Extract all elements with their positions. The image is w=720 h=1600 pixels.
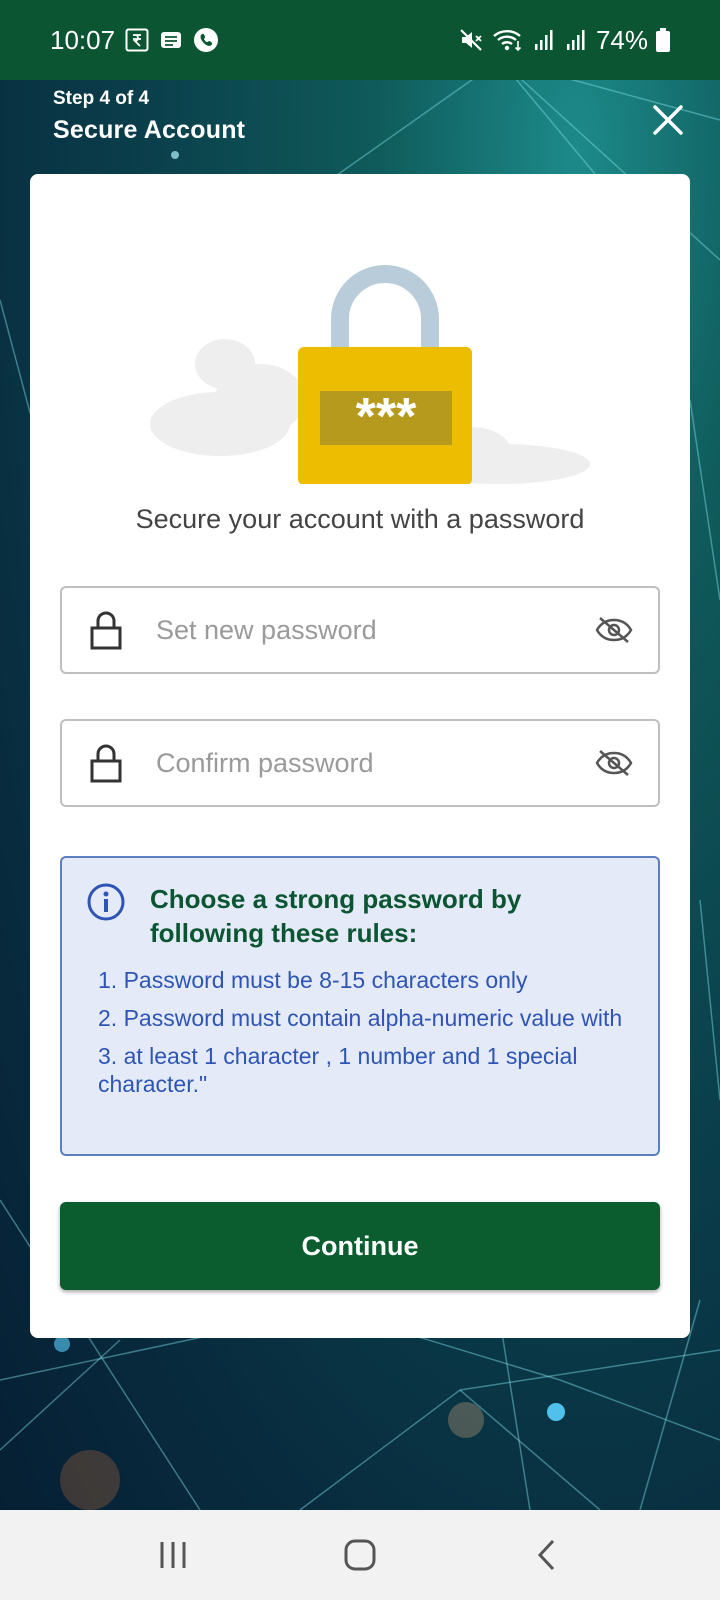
mute-icon: [458, 27, 484, 53]
recent-apps-button[interactable]: [143, 1525, 203, 1585]
back-button[interactable]: [517, 1525, 577, 1585]
rule-item: 2. Password must contain alpha-numeric v…: [98, 1005, 623, 1031]
status-time: 10:07: [50, 24, 116, 55]
padlock-illustration: ***: [140, 224, 600, 485]
rupee-icon: [125, 28, 149, 52]
continue-button[interactable]: Continue: [60, 1202, 660, 1290]
lock-icon: [88, 743, 124, 783]
back-icon: [537, 1539, 554, 1571]
home-icon: [344, 1539, 376, 1571]
step-indicator: Step 4 of 4: [53, 88, 150, 109]
rule-item: 3. at least 1 character , 1 number and 1…: [98, 1043, 578, 1097]
new-password-input[interactable]: [156, 600, 594, 660]
wifi-icon: [492, 27, 524, 53]
lock-icon: [88, 610, 124, 650]
password-rules-box: Choose a strong password by following th…: [60, 856, 660, 1156]
card-subtitle: Secure your account with a password: [135, 504, 585, 534]
phone-icon: [193, 27, 219, 53]
signal-icon: [532, 28, 556, 52]
status-bar: 10:07 74%: [0, 0, 720, 80]
secure-account-card: *** Secure your account with a password …: [30, 174, 690, 1338]
confirm-password-input[interactable]: [156, 733, 594, 793]
battery-percent: 74%: [595, 24, 648, 55]
rules-heading: Choose a strong password by following th…: [150, 884, 522, 948]
battery-icon: [656, 28, 670, 52]
hide-password-icon[interactable]: [594, 748, 634, 778]
recent-apps-icon: [160, 1542, 186, 1568]
signal-icon: [564, 28, 588, 52]
hide-password-icon[interactable]: [594, 615, 634, 645]
page-title: Secure Account: [53, 116, 246, 144]
header: Step 4 of 4 Secure Account: [53, 88, 245, 145]
illustration-asterisks: ***: [356, 388, 417, 446]
close-button[interactable]: [648, 100, 688, 140]
rules-list: 1. Password must be 8-15 characters only…: [98, 966, 638, 1108]
info-icon: [86, 882, 126, 927]
home-button[interactable]: [330, 1525, 390, 1585]
confirm-password-field[interactable]: [60, 719, 660, 807]
message-icon: [159, 28, 183, 52]
new-password-field[interactable]: [60, 586, 660, 674]
rule-item: 1. Password must be 8-15 characters only: [98, 967, 528, 993]
navigation-bar: [0, 1510, 720, 1600]
close-icon: [653, 105, 683, 135]
